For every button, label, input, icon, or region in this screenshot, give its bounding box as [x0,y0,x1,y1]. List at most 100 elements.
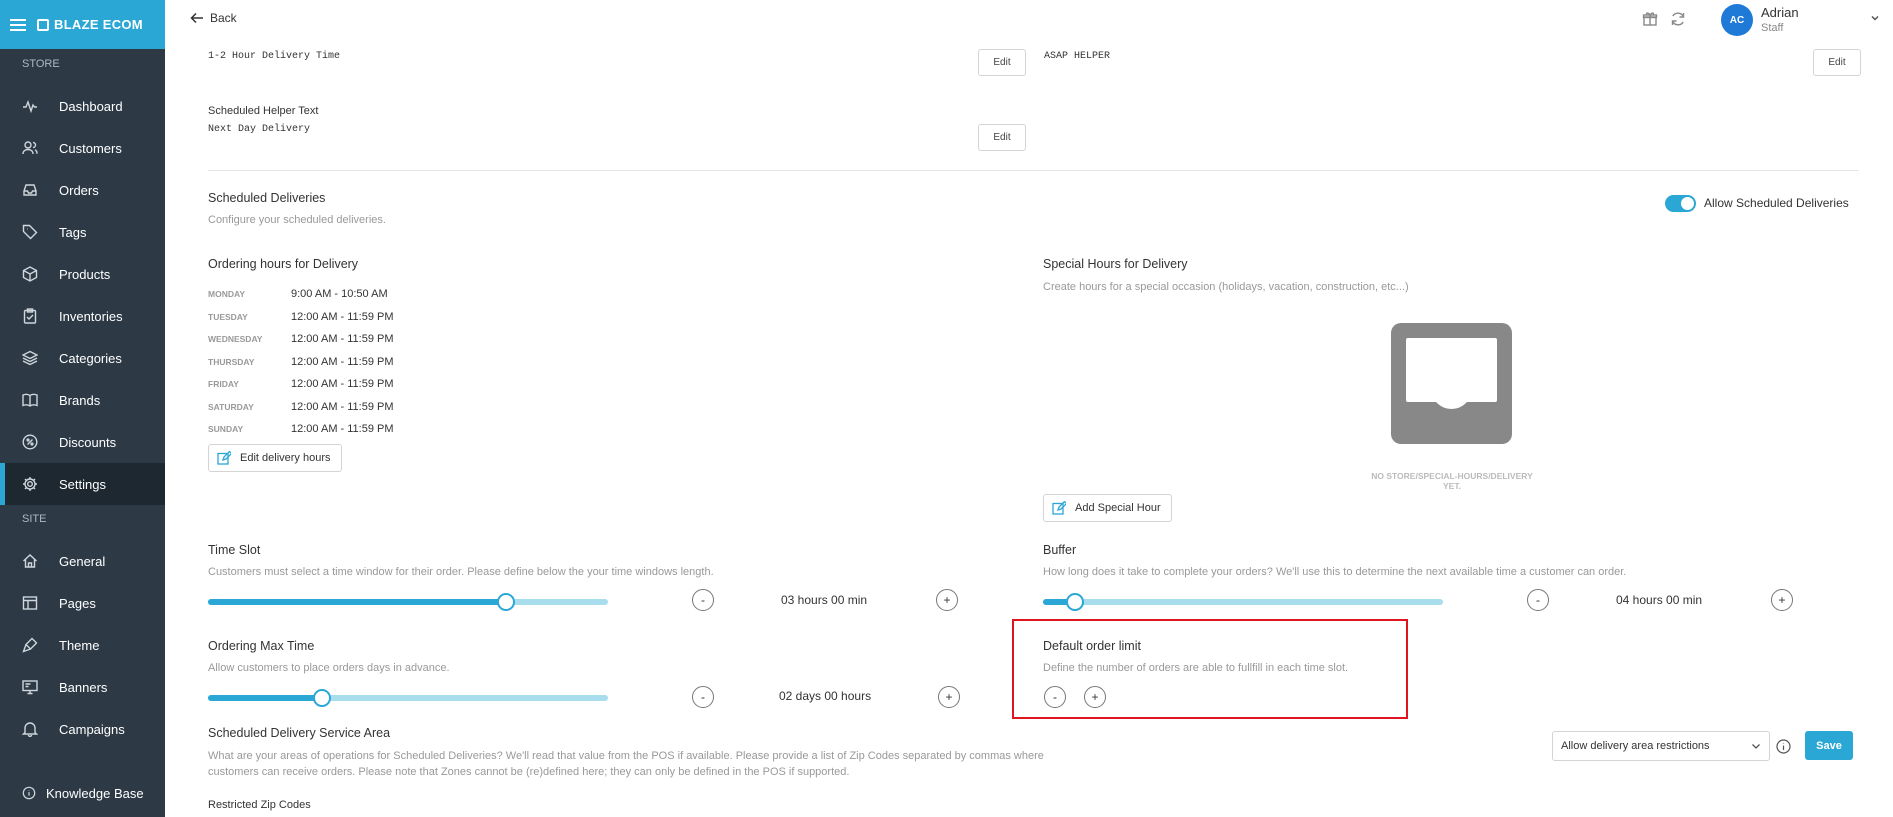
slider-thumb[interactable] [1066,593,1084,611]
special-hours-desc: Create hours for a special occasion (hol… [1043,281,1409,293]
sidebar-item-label: Knowledge Base [46,785,144,801]
chevron-down-icon [1752,744,1760,749]
sidebar-item-label: Discounts [59,434,117,450]
sidebar-item-brands[interactable]: Brands [0,379,165,421]
ordering-max-decrement-button[interactable]: - [692,686,714,708]
edit-asap-helper-button[interactable]: Edit [978,49,1026,76]
asap-helper-right-value: ASAP HELPER [1044,51,1111,62]
sidebar-item-settings[interactable]: Settings [0,463,165,505]
ordering-max-value: 02 days 00 hours [779,689,872,703]
buffer-slider[interactable] [1043,593,1443,611]
slider-thumb[interactable] [497,593,515,611]
sidebar-item-categories[interactable]: Categories [0,337,165,379]
day-label: MONDAY [208,289,245,299]
clipboard-icon [23,308,37,324]
save-button[interactable]: Save [1805,731,1853,760]
service-area-title: Scheduled Delivery Service Area [208,726,391,740]
sidebar-item-tags[interactable]: Tags [0,211,165,253]
allow-scheduled-deliveries-label: Allow Scheduled Deliveries [1704,196,1849,210]
sidebar-item-label: Pages [59,595,96,611]
menu-icon[interactable] [10,18,26,31]
ordering-hours-title: Ordering hours for Delivery [208,257,359,271]
sidebar-section-store: STORE [22,58,60,70]
select-value: Allow delivery area restrictions [1561,740,1710,752]
order-limit-increment-button[interactable]: + [1084,686,1106,708]
sidebar-item-label: Customers [59,140,122,156]
avatar[interactable]: AC [1721,4,1753,36]
buffer-desc: How long does it take to complete your o… [1043,566,1627,578]
asap-helper-value: 1-2 Hour Delivery Time [208,51,341,62]
sidebar-item-inventories[interactable]: Inventories [0,295,165,337]
edit-icon [217,451,231,465]
sidebar-item-campaigns[interactable]: Campaigns [0,708,165,750]
gear-icon [23,477,37,491]
sidebar-item-pages[interactable]: Pages [0,582,165,624]
slider-fill [208,695,322,701]
time-slot-title: Time Slot [208,543,261,557]
users-icon [22,141,38,155]
edit-asap-right-button[interactable]: Edit [1813,49,1861,76]
edit-delivery-hours-button[interactable]: Edit delivery hours [208,444,342,472]
allow-scheduled-deliveries-toggle[interactable] [1665,195,1696,212]
add-special-hour-button[interactable]: Add Special Hour [1043,494,1172,522]
order-limit-decrement-button[interactable]: - [1044,686,1066,708]
ordering-max-increment-button[interactable]: + [938,686,960,708]
time-slot-slider[interactable] [208,593,608,611]
scheduled-deliveries-title: Scheduled Deliveries [208,191,326,205]
day-label: WEDNESDAY [208,334,263,344]
service-area-desc-line1: What are your areas of operations for Sc… [208,750,1044,762]
info-icon[interactable] [1776,739,1791,754]
scheduled-deliveries-desc: Configure your scheduled deliveries. [208,214,386,226]
sidebar-item-label: Brands [59,392,101,408]
gift-icon[interactable] [1642,11,1658,27]
day-hours: 12:00 AM - 11:59 PM [291,378,394,390]
slider-fill [208,599,506,605]
sidebar-item-banners[interactable]: Banners [0,666,165,708]
sidebar-item-dashboard[interactable]: Dashboard [0,85,165,127]
brand-logo[interactable]: BLAZE ECOM [37,17,143,32]
time-slot-decrement-button[interactable]: - [692,589,714,611]
sidebar-item-label: Tags [59,224,87,240]
sidebar-item-label: Campaigns [59,721,125,737]
sidebar-item-discounts[interactable]: Discounts [0,421,165,463]
ordering-max-time-desc: Allow customers to place orders days in … [208,662,450,674]
arrow-left-icon [190,12,203,24]
sidebar-item-label: Inventories [59,308,123,324]
sidebar-item-label: General [59,553,106,569]
sidebar-section-site: SITE [22,513,47,525]
day-hours: 12:00 AM - 11:59 PM [291,400,394,413]
brush-icon [22,637,38,653]
user-name[interactable]: Adrian [1761,5,1799,20]
time-slot-value: 03 hours 00 min [781,593,868,607]
service-area-desc-line2: customers can receive orders. Please not… [208,766,850,778]
sidebar-item-general[interactable]: General [0,540,165,582]
sidebar-item-products[interactable]: Products [0,253,165,295]
chevron-down-icon[interactable] [1870,14,1880,22]
time-slot-increment-button[interactable]: + [936,589,958,611]
ordering-max-time-slider[interactable] [208,689,608,707]
time-slot-desc: Customers must select a time window for … [208,566,714,578]
monitor-icon [22,680,38,695]
empty-inbox-icon [1391,323,1512,444]
sidebar-item-knowledge-base[interactable]: Knowledge Base [0,772,165,814]
scheduled-helper-value: Next Day Delivery [208,124,311,135]
slider-thumb[interactable] [313,689,331,707]
sidebar-item-theme[interactable]: Theme [0,624,165,666]
buffer-title: Buffer [1043,543,1077,557]
info-circle-icon [22,786,36,800]
buffer-increment-button[interactable]: + [1771,589,1793,611]
special-hours-title: Special Hours for Delivery [1043,257,1188,271]
buffer-value: 04 hours 00 min [1616,593,1703,607]
back-label: Back [210,11,237,25]
sidebar-item-customers[interactable]: Customers [0,127,165,169]
special-hours-empty-text: NO STORE/SPECIAL-HOURS/DELIVERY YET. [1371,471,1533,491]
refresh-icon[interactable] [1670,11,1686,27]
edit-delivery-hours-label: Edit delivery hours [240,452,331,464]
delivery-area-restrictions-select[interactable]: Allow delivery area restrictions [1552,731,1770,761]
sidebar-item-orders[interactable]: Orders [0,169,165,211]
buffer-decrement-button[interactable]: - [1527,589,1549,611]
sidebar-item-label: Products [59,266,111,282]
edit-scheduled-helper-button[interactable]: Edit [978,124,1026,151]
back-button[interactable]: Back [190,11,237,25]
day-label: SATURDAY [208,401,254,412]
